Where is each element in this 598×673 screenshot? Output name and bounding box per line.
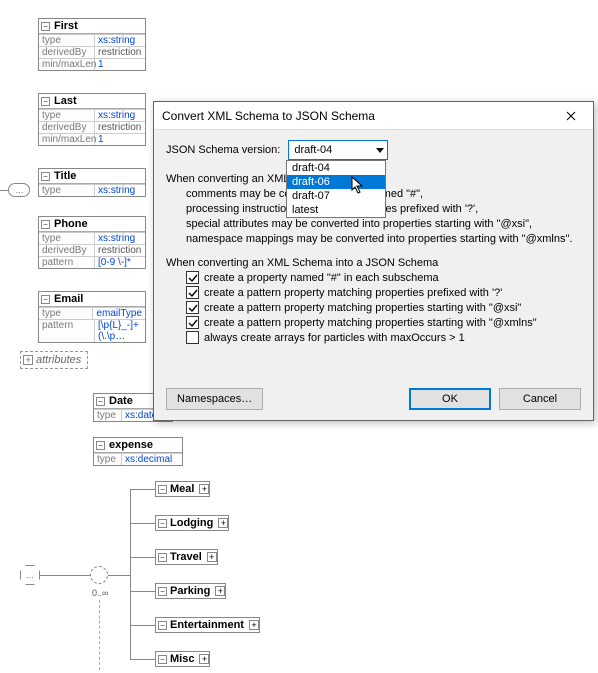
- element-label: Travel: [169, 550, 206, 564]
- checkbox-label: create a pattern property matching prope…: [204, 302, 521, 314]
- convert-schema-dialog: Convert XML Schema to JSON Schema JSON S…: [153, 101, 594, 421]
- cancel-button[interactable]: Cancel: [499, 388, 581, 410]
- collapse-icon[interactable]: −: [41, 295, 50, 304]
- check-icon: [188, 288, 198, 298]
- element-label: Misc: [169, 652, 198, 666]
- choice-cardinality: 0..∞: [92, 588, 108, 598]
- check-icon: [188, 303, 198, 313]
- element-entertainment[interactable]: − Entertainment +: [155, 617, 260, 633]
- collapse-icon[interactable]: −: [158, 655, 167, 664]
- element-expense[interactable]: − expense typexs:decimal: [93, 437, 183, 466]
- element-label: Entertainment: [169, 618, 248, 632]
- dropdown-option-draft07[interactable]: draft-07: [287, 189, 385, 203]
- collapse-icon[interactable]: −: [41, 97, 50, 106]
- sequence-connector: …: [20, 565, 40, 585]
- attributes-label: attributes: [36, 354, 81, 366]
- close-icon: [566, 111, 576, 121]
- checkbox-label: create a property named "#" in each subs…: [204, 272, 439, 284]
- element-label: Parking: [169, 584, 214, 598]
- element-label: Phone: [52, 217, 92, 231]
- close-button[interactable]: [551, 103, 591, 129]
- attributes-group[interactable]: + attributes: [20, 351, 88, 369]
- checkbox-pattern-xsi[interactable]: [186, 301, 199, 314]
- dropdown-option-draft06[interactable]: draft-06: [287, 175, 385, 189]
- dropdown-option-draft04[interactable]: draft-04: [287, 161, 385, 175]
- element-label: Date: [107, 394, 137, 408]
- checkbox-arrays-maxoccurs[interactable]: [186, 331, 199, 344]
- check-icon: [188, 273, 198, 283]
- collapse-icon[interactable]: −: [41, 22, 50, 31]
- element-label: First: [52, 19, 82, 33]
- element-first[interactable]: − First typexs:string derivedByrestricti…: [38, 18, 146, 71]
- conversion-options-heading: When converting an XML Schema into a JSO…: [166, 257, 581, 269]
- namespaces-button[interactable]: Namespaces…: [166, 388, 263, 410]
- element-label: Title: [52, 169, 80, 183]
- version-selected-value: draft-04: [294, 144, 332, 156]
- collapse-icon[interactable]: −: [158, 553, 167, 562]
- collapse-icon[interactable]: −: [158, 519, 167, 528]
- checkbox-label: create a pattern property matching prope…: [204, 317, 537, 329]
- element-parking[interactable]: − Parking +: [155, 583, 226, 599]
- element-label: Last: [52, 94, 81, 108]
- element-phone[interactable]: − Phone typexs:string derivedByrestricti…: [38, 216, 146, 269]
- element-lodging[interactable]: − Lodging +: [155, 515, 229, 531]
- collapse-icon[interactable]: −: [96, 441, 105, 450]
- check-icon: [188, 318, 198, 328]
- checkbox-label: create a pattern property matching prope…: [204, 287, 502, 299]
- element-label: Lodging: [169, 516, 217, 530]
- collapse-icon[interactable]: −: [41, 172, 50, 181]
- chevron-down-icon: [376, 148, 384, 153]
- collapse-icon[interactable]: −: [96, 397, 105, 406]
- element-label: Meal: [169, 482, 198, 496]
- version-label: JSON Schema version:: [166, 144, 280, 156]
- checkbox-pattern-question[interactable]: [186, 286, 199, 299]
- ok-button[interactable]: OK: [409, 388, 491, 410]
- checkbox-pattern-xmlns[interactable]: [186, 316, 199, 329]
- element-travel[interactable]: − Travel +: [155, 549, 218, 565]
- element-misc[interactable]: − Misc +: [155, 651, 210, 667]
- expand-icon[interactable]: +: [249, 620, 259, 630]
- expand-icon[interactable]: +: [215, 586, 225, 596]
- element-email[interactable]: − Email typeemailType pattern[\p{L}_-]+(…: [38, 291, 146, 343]
- collapse-icon[interactable]: −: [41, 220, 50, 229]
- version-combobox[interactable]: draft-04: [288, 140, 388, 160]
- collapse-icon[interactable]: −: [158, 621, 167, 630]
- choice-connector: [90, 566, 108, 584]
- sequence-connector: …: [8, 183, 30, 197]
- collapse-icon[interactable]: −: [158, 485, 167, 494]
- dialog-title: Convert XML Schema to JSON Schema: [162, 109, 375, 123]
- expand-icon[interactable]: +: [218, 518, 228, 528]
- element-title[interactable]: − Title typexs:string: [38, 168, 146, 197]
- dropdown-option-latest[interactable]: latest: [287, 203, 385, 217]
- element-label: expense: [107, 438, 157, 452]
- element-meal[interactable]: − Meal +: [155, 481, 210, 497]
- element-label: Email: [52, 292, 87, 306]
- checkbox-create-hash-property[interactable]: [186, 271, 199, 284]
- version-dropdown: draft-04 draft-06 draft-07 latest: [286, 160, 386, 218]
- expand-icon[interactable]: +: [207, 552, 217, 562]
- collapse-icon[interactable]: −: [158, 587, 167, 596]
- expand-icon[interactable]: +: [199, 654, 209, 664]
- element-last[interactable]: − Last typexs:string derivedByrestrictio…: [38, 93, 146, 146]
- dialog-titlebar[interactable]: Convert XML Schema to JSON Schema: [154, 102, 593, 130]
- expand-icon[interactable]: +: [199, 484, 209, 494]
- checkbox-label: always create arrays for particles with …: [204, 332, 465, 344]
- expand-icon[interactable]: +: [23, 355, 33, 365]
